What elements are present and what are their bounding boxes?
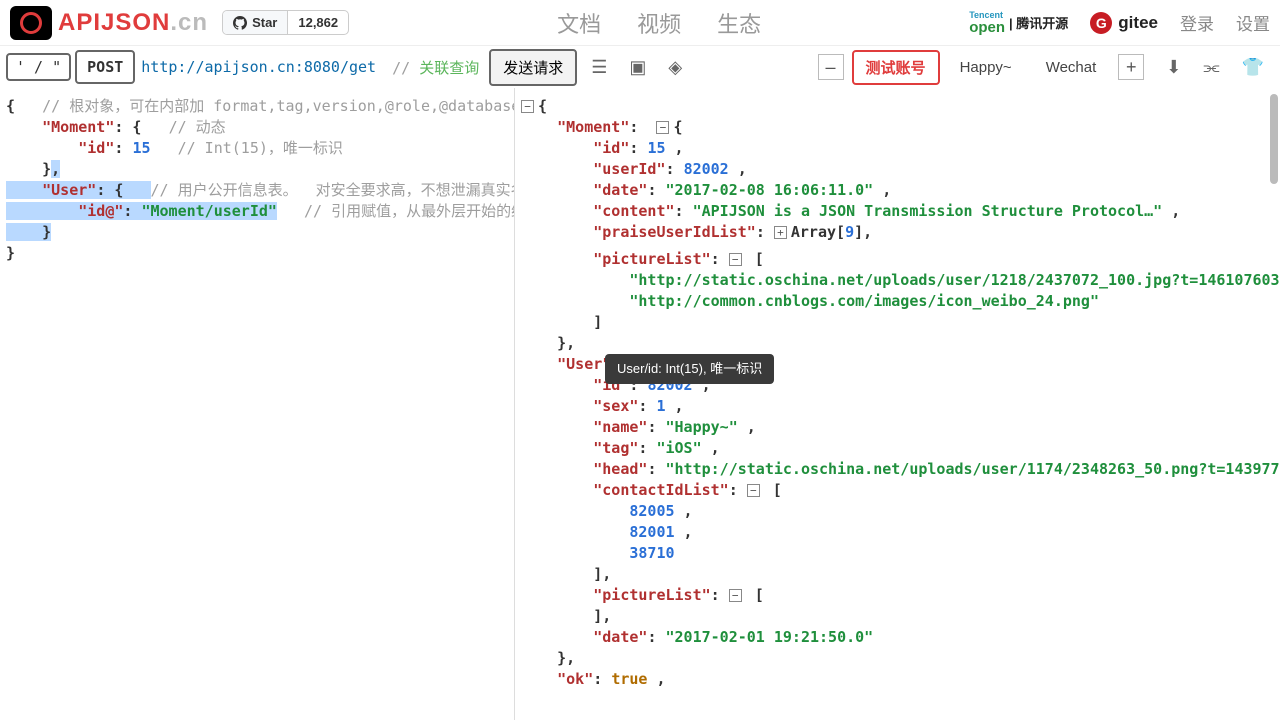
gitee-link[interactable]: G gitee xyxy=(1090,12,1158,34)
response-viewer[interactable]: −{ "Moment": −{ "id": 15 , "userId": 820… xyxy=(515,88,1280,720)
hover-tooltip: User/id: Int(15), 唯一标识 xyxy=(605,354,774,384)
github-star-button[interactable]: Star xyxy=(223,11,288,34)
account-tabs: – 测试账号 Happy~ Wechat + xyxy=(818,52,1145,83)
nav-docs[interactable]: 文档 xyxy=(557,7,601,39)
url-hint: // 关联查询 xyxy=(392,57,479,78)
scrollbar[interactable] xyxy=(1270,94,1278,184)
github-icon xyxy=(233,16,247,30)
nav-eco[interactable]: 生态 xyxy=(717,7,761,39)
github-star-count: 12,862 xyxy=(288,11,348,34)
share-icon[interactable]: ⫘ xyxy=(1203,57,1219,78)
collapse-icon[interactable]: − xyxy=(729,253,742,266)
tab-wechat[interactable]: Wechat xyxy=(1034,54,1109,81)
save-icon[interactable]: ▣ xyxy=(629,57,646,78)
download-icon[interactable]: ⬇ xyxy=(1166,57,1181,78)
collapse-icon[interactable]: − xyxy=(747,484,760,497)
nav-center: 文档 视频 生态 xyxy=(557,7,761,39)
quote-toggle-button[interactable]: ' / " xyxy=(6,53,71,81)
request-toolbar: ' / " POST http://apijson.cn:8080/get //… xyxy=(0,46,1280,88)
collapse-icon[interactable]: − xyxy=(656,121,669,134)
github-star-pill[interactable]: Star 12,862 xyxy=(222,10,349,35)
http-method-select[interactable]: POST xyxy=(75,50,135,84)
tab-happy[interactable]: Happy~ xyxy=(948,54,1024,81)
gitee-icon: G xyxy=(1090,12,1112,34)
tab-test-account[interactable]: 测试账号 xyxy=(854,52,938,83)
logo[interactable]: APIJSON.cn xyxy=(10,6,208,40)
url-input[interactable]: http://apijson.cn:8080/get xyxy=(139,58,378,76)
tencent-open-logo[interactable]: Tencent open | 腾讯开源 xyxy=(969,11,1068,35)
request-editor[interactable]: { // 根对象，可在内部加 format,tag,version,@role,… xyxy=(0,88,515,720)
settings-link[interactable]: 设置 xyxy=(1236,10,1270,35)
login-link[interactable]: 登录 xyxy=(1180,10,1214,35)
send-request-button[interactable]: 发送请求 xyxy=(489,49,577,86)
main-split: { // 根对象，可在内部加 format,tag,version,@role,… xyxy=(0,88,1280,720)
collapse-icon[interactable]: − xyxy=(729,589,742,602)
nav-right: Tencent open | 腾讯开源 G gitee 登录 设置 xyxy=(969,10,1270,35)
list-icon[interactable]: ☰ xyxy=(591,57,607,78)
tab-add-button[interactable]: + xyxy=(1118,54,1144,80)
nav-video[interactable]: 视频 xyxy=(637,7,681,39)
tab-remove-button[interactable]: – xyxy=(818,54,844,80)
layers-icon[interactable]: ◈ xyxy=(668,57,682,78)
logo-icon xyxy=(10,6,52,40)
expand-icon[interactable]: + xyxy=(774,226,787,239)
collapse-icon[interactable]: − xyxy=(521,100,534,113)
github-star-label: Star xyxy=(252,15,277,30)
logo-text: APIJSON.cn xyxy=(58,9,208,37)
theme-icon[interactable]: 👕 xyxy=(1242,57,1264,78)
top-bar: APIJSON.cn Star 12,862 文档 视频 生态 Tencent … xyxy=(0,0,1280,46)
